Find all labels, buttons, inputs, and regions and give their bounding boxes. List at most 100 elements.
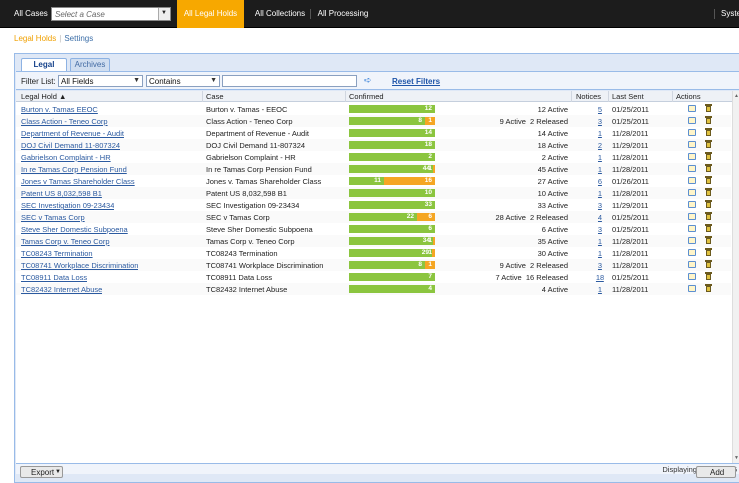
- trash-icon[interactable]: [705, 200, 712, 209]
- go-arrow-icon[interactable]: ➪: [364, 75, 372, 86]
- trash-icon[interactable]: [705, 236, 712, 245]
- legal-hold-link[interactable]: DOJ Civil Demand 11-807324: [21, 141, 120, 150]
- notice-icon[interactable]: [688, 129, 696, 136]
- notice-icon[interactable]: [688, 105, 696, 112]
- trash-icon[interactable]: [705, 116, 712, 125]
- notices-count-link[interactable]: 1: [598, 285, 602, 294]
- notice-icon[interactable]: [688, 141, 696, 148]
- notices-count-link[interactable]: 3: [598, 201, 602, 210]
- legal-hold-link[interactable]: TC08741 Workplace Discrimination: [21, 261, 138, 270]
- trash-icon[interactable]: [705, 224, 712, 233]
- table-row[interactable]: TC82432 Internet Abuse TC82432 Internet A…: [16, 283, 731, 295]
- notice-icon[interactable]: [688, 285, 696, 292]
- table-row[interactable]: SEC v Tamas Corp SEC v Tamas Corp 22 6 28 Ac…: [16, 211, 731, 223]
- notices-count-link[interactable]: 1: [598, 249, 602, 258]
- table-row[interactable]: Department of Revenue - Audit Department …: [16, 127, 731, 139]
- table-row[interactable]: TC08741 Workplace Discrimination TC08741 …: [16, 259, 731, 271]
- notices-count-link[interactable]: 1: [598, 237, 602, 246]
- vertical-scrollbar[interactable]: ▲ ▼: [732, 91, 739, 463]
- export-button[interactable]: Export ▼: [20, 466, 63, 478]
- breadcrumb-settings-link[interactable]: Settings: [64, 34, 93, 43]
- table-row[interactable]: TC08911 Data Loss TC08911 Data Loss 7 7 Act…: [16, 271, 731, 283]
- notice-icon[interactable]: [688, 117, 696, 124]
- notice-icon[interactable]: [688, 153, 696, 160]
- notices-count-link[interactable]: 5: [598, 105, 602, 114]
- notice-icon[interactable]: [688, 165, 696, 172]
- tab-all-collections[interactable]: All Collections: [250, 0, 310, 28]
- add-button[interactable]: Add: [696, 466, 736, 478]
- notices-count-link[interactable]: 18: [596, 273, 604, 282]
- trash-icon[interactable]: [705, 272, 712, 281]
- notices-count-link[interactable]: 1: [598, 165, 602, 174]
- legal-hold-link[interactable]: SEC Investigation 09-23434: [21, 201, 114, 210]
- table-row[interactable]: Class Action - Teneo Corp Class Action - …: [16, 115, 731, 127]
- table-row[interactable]: SEC Investigation 09-23434 SEC Investigat…: [16, 199, 731, 211]
- all-cases-label[interactable]: All Cases: [14, 9, 48, 18]
- legal-hold-link[interactable]: Tamas Corp v. Teneo Corp: [21, 237, 110, 246]
- notices-count-link[interactable]: 1: [598, 189, 602, 198]
- legal-hold-link[interactable]: Department of Revenue - Audit: [21, 129, 124, 138]
- notices-count-link[interactable]: 4: [598, 213, 602, 222]
- legal-hold-link[interactable]: In re Tamas Corp Pension Fund: [21, 165, 127, 174]
- column-header-last-sent[interactable]: Last Sent: [612, 92, 644, 101]
- scroll-up-icon[interactable]: ▲: [734, 93, 739, 99]
- table-row[interactable]: DOJ Civil Demand 11-807324 DOJ Civil Dema…: [16, 139, 731, 151]
- tab-all-legal-holds[interactable]: All Legal Holds: [177, 0, 244, 28]
- trash-icon[interactable]: [705, 248, 712, 257]
- notice-icon[interactable]: [688, 249, 696, 256]
- tab-all-processing[interactable]: All Processing: [313, 0, 373, 28]
- filter-value-input[interactable]: [222, 75, 357, 87]
- notice-icon[interactable]: [688, 225, 696, 232]
- column-header-actions[interactable]: Actions: [676, 92, 701, 101]
- column-header-legal-hold[interactable]: Legal Hold ▲: [21, 92, 66, 101]
- table-row[interactable]: Tamas Corp v. Teneo Corp Tamas Corp v. Te…: [16, 235, 731, 247]
- trash-icon[interactable]: [705, 212, 712, 221]
- table-row[interactable]: In re Tamas Corp Pension Fund In re Tamas…: [16, 163, 731, 175]
- trash-icon[interactable]: [705, 188, 712, 197]
- table-row[interactable]: TC08243 Termination TC08243 Termination 29…: [16, 247, 731, 259]
- table-row[interactable]: Jones v Tamas Shareholder Class Jones v. …: [16, 175, 731, 187]
- notice-icon[interactable]: [688, 237, 696, 244]
- legal-hold-link[interactable]: Gabrielson Complaint - HR: [21, 153, 111, 162]
- notice-icon[interactable]: [688, 189, 696, 196]
- legal-hold-link[interactable]: TC82432 Internet Abuse: [21, 285, 102, 294]
- notice-icon[interactable]: [688, 213, 696, 220]
- notice-icon[interactable]: [688, 177, 696, 184]
- legal-hold-link[interactable]: Steve Sher Domestic Subpoena: [21, 225, 128, 234]
- legal-hold-link[interactable]: Class Action - Teneo Corp: [21, 117, 108, 126]
- case-select-dropdown[interactable]: Select a Case ▼: [51, 7, 171, 21]
- system-menu[interactable]: Syste: [721, 9, 739, 18]
- notices-count-link[interactable]: 1: [598, 129, 602, 138]
- notices-count-link[interactable]: 6: [598, 177, 602, 186]
- column-header-confirmed[interactable]: Confirmed: [349, 92, 384, 101]
- trash-icon[interactable]: [705, 104, 712, 113]
- tab-archives[interactable]: Archives: [70, 58, 110, 71]
- legal-hold-link[interactable]: TC08243 Termination: [21, 249, 93, 258]
- trash-icon[interactable]: [705, 152, 712, 161]
- notices-count-link[interactable]: 1: [598, 153, 602, 162]
- reset-filters-link[interactable]: Reset Filters: [392, 77, 440, 86]
- legal-hold-link[interactable]: Burton v. Tamas EEOC: [21, 105, 98, 114]
- notices-count-link[interactable]: 3: [598, 261, 602, 270]
- legal-hold-link[interactable]: SEC v Tamas Corp: [21, 213, 85, 222]
- legal-hold-link[interactable]: TC08911 Data Loss: [21, 273, 87, 282]
- table-row[interactable]: Steve Sher Domestic Subpoena Steve Sher D…: [16, 223, 731, 235]
- trash-icon[interactable]: [705, 284, 712, 293]
- notice-icon[interactable]: [688, 261, 696, 268]
- table-row[interactable]: Patent US 8,032,598 B1 Patent US 8,032,59…: [16, 187, 731, 199]
- trash-icon[interactable]: [705, 164, 712, 173]
- scroll-down-icon[interactable]: ▼: [734, 455, 739, 461]
- table-row[interactable]: Gabrielson Complaint - HR Gabrielson Comp…: [16, 151, 731, 163]
- trash-icon[interactable]: [705, 140, 712, 149]
- notice-icon[interactable]: [688, 201, 696, 208]
- chevron-down-icon[interactable]: ▼: [158, 8, 170, 20]
- trash-icon[interactable]: [705, 128, 712, 137]
- column-header-notices[interactable]: Notices: [576, 92, 601, 101]
- trash-icon[interactable]: [705, 260, 712, 269]
- column-header-case[interactable]: Case: [206, 92, 224, 101]
- notices-count-link[interactable]: 3: [598, 225, 602, 234]
- trash-icon[interactable]: [705, 176, 712, 185]
- legal-hold-link[interactable]: Jones v Tamas Shareholder Class: [21, 177, 135, 186]
- filter-field-select[interactable]: All Fields ▼: [58, 75, 143, 87]
- table-row[interactable]: Burton v. Tamas EEOC Burton v. Tamas - EE…: [16, 103, 731, 115]
